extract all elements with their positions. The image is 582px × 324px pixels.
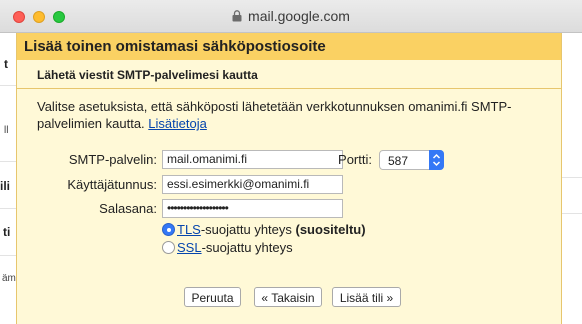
description-text: Valitse asetuksista, että sähköposti läh… bbox=[37, 99, 512, 131]
tls-radio[interactable] bbox=[162, 223, 175, 236]
background-text-fragment: ili bbox=[0, 179, 11, 193]
password-input[interactable]: ••••••••••••••••••• bbox=[162, 199, 343, 218]
tls-label: -suojattu yhteys bbox=[200, 222, 296, 237]
password-label: Salasana: bbox=[99, 201, 157, 216]
background-text-fragment: ti bbox=[3, 225, 11, 239]
tls-recommended: (suositeltu) bbox=[295, 222, 366, 237]
background-text-fragment: ll bbox=[4, 125, 9, 136]
dialog-subtitle: Lähetä viestit SMTP-palvelimesi kautta bbox=[17, 60, 561, 89]
add-email-dialog: Lisää toinen omistamasi sähköpostiosoite… bbox=[16, 33, 562, 324]
username-input[interactable]: essi.esimerkki@omanimi.fi bbox=[162, 175, 343, 194]
divider bbox=[562, 213, 582, 214]
chevron-updown-icon bbox=[429, 150, 444, 170]
ssl-link[interactable]: SSL bbox=[177, 240, 202, 255]
ssl-radio[interactable] bbox=[162, 241, 175, 254]
port-label: Portti: bbox=[338, 152, 372, 167]
learn-more-link[interactable]: Lisätietoja bbox=[148, 116, 207, 131]
url-text: mail.google.com bbox=[248, 8, 350, 24]
port-select[interactable]: 587 bbox=[379, 150, 444, 170]
dialog-title: Lisää toinen omistamasi sähköpostiosoite bbox=[17, 33, 561, 60]
lock-icon bbox=[232, 9, 242, 25]
username-label: Käyttäjätunnus: bbox=[67, 177, 157, 192]
dialog-description: Valitse asetuksista, että sähköposti läh… bbox=[37, 98, 547, 132]
ssl-option[interactable]: SSL-suojattu yhteys bbox=[162, 240, 293, 255]
back-button[interactable]: « Takaisin bbox=[254, 287, 322, 307]
cancel-button[interactable]: Peruuta bbox=[184, 287, 241, 307]
background-text-fragment: t bbox=[4, 57, 8, 71]
address-bar[interactable]: mail.google.com bbox=[0, 8, 582, 25]
browser-title-bar: mail.google.com bbox=[0, 0, 582, 33]
port-value: 587 bbox=[388, 154, 409, 168]
smtp-server-label: SMTP-palvelin: bbox=[68, 152, 157, 167]
add-account-button[interactable]: Lisää tili » bbox=[332, 287, 401, 307]
background-right-edge bbox=[562, 33, 582, 324]
ssl-label: -suojattu yhteys bbox=[201, 240, 293, 255]
tls-link[interactable]: TLS bbox=[177, 222, 201, 237]
tls-option[interactable]: TLS-suojattu yhteys (suositeltu) bbox=[162, 222, 366, 237]
divider bbox=[562, 177, 582, 178]
